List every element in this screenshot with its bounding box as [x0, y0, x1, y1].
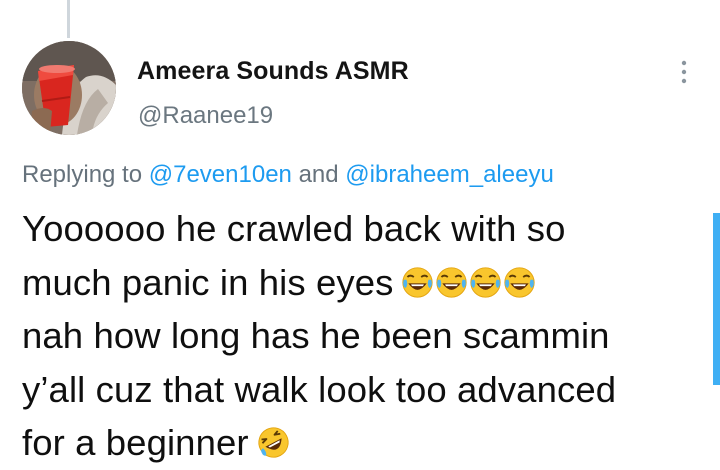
more-options-icon: [681, 60, 687, 84]
more-options-button[interactable]: [674, 58, 694, 86]
mention-link-ibraheem-aleeyu[interactable]: @ibraheem_aleeyu: [345, 161, 554, 188]
tweet-text: Yoooooo he crawled back with so much pan…: [22, 202, 702, 470]
tweet-line-5-text: for a beginner: [22, 422, 249, 463]
face-with-tears-of-joy-icon: [470, 266, 502, 298]
thread-connector-line: [67, 0, 70, 38]
avatar[interactable]: [22, 41, 116, 135]
face-with-tears-of-joy-icon: [436, 266, 468, 298]
scrollbar-thumb[interactable]: [713, 213, 720, 385]
tweet-line-5: for a beginner: [22, 416, 702, 470]
tweet-line-2: much panic in his eyes: [22, 256, 702, 310]
display-name[interactable]: Ameera Sounds ASMR: [137, 57, 409, 86]
face-with-tears-of-joy-icon: [504, 266, 536, 298]
tweet-line-4: y’all cuz that walk look too advanced: [22, 368, 617, 410]
tweet-line-2-text: much panic in his eyes: [22, 261, 394, 303]
face-with-tears-of-joy-icon: [402, 266, 434, 298]
tweet-line-3: nah how long has he been scammin: [22, 315, 610, 356]
avatar-photo-icon: [22, 41, 116, 135]
rolling-on-floor-laughing-icon: [258, 427, 289, 458]
replying-joiner: and: [298, 161, 339, 188]
replying-to-line: Replying to @7even10en and @ibraheem_ale…: [22, 161, 554, 189]
replying-to-label: Replying to: [22, 161, 143, 188]
user-handle[interactable]: @Raanee19: [138, 102, 273, 130]
tweet-line-1: Yoooooo he crawled back with so: [22, 208, 566, 249]
mention-link-7even10en[interactable]: @7even10en: [149, 161, 292, 188]
